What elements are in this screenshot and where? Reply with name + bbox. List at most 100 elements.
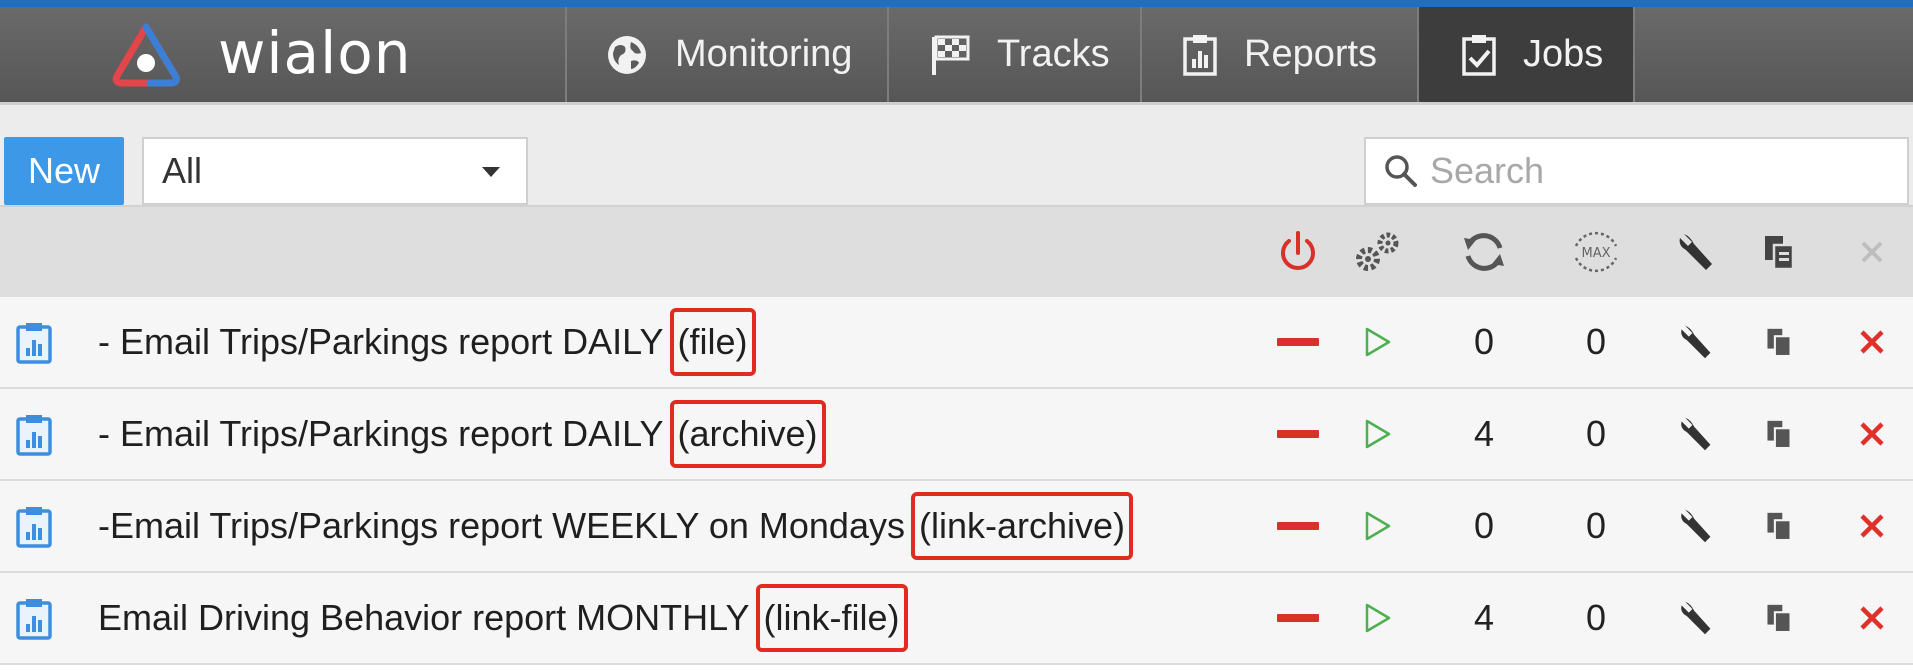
checkered-flag-icon — [932, 35, 970, 75]
tab-monitoring[interactable]: Monitoring — [565, 7, 887, 102]
search-input[interactable] — [1430, 150, 1900, 192]
report-job-icon — [16, 323, 52, 364]
jobs-toolbar: New All — [0, 105, 1913, 205]
job-tag-highlight: (link-archive) — [910, 492, 1134, 560]
header-toggle-all[interactable] — [1260, 207, 1336, 297]
run-job-button[interactable] — [1342, 573, 1414, 663]
run-job-button[interactable] — [1342, 389, 1414, 479]
refresh-icon — [1464, 233, 1504, 271]
filter-selected-value: All — [162, 150, 203, 191]
toggle-job-button[interactable] — [1260, 481, 1336, 571]
toggle-job-button[interactable] — [1260, 573, 1336, 663]
jobs-list: - Email Trips/Parkings report DAILY (fil… — [0, 297, 1913, 665]
execution-count: 0 — [1473, 321, 1495, 362]
job-name[interactable]: Email Driving Behavior report MONTHLY (l… — [98, 573, 908, 663]
run-job-button[interactable] — [1342, 297, 1414, 387]
play-icon — [1365, 511, 1391, 541]
play-icon — [1365, 419, 1391, 449]
toggle-job-button[interactable] — [1260, 389, 1336, 479]
copy-icon — [1767, 328, 1792, 358]
copy-icon — [1767, 604, 1792, 634]
header-execute-all[interactable] — [1342, 207, 1414, 297]
wialon-logo[interactable]: wialon — [110, 7, 460, 102]
wialon-logo-icon — [112, 23, 180, 87]
delete-job-button[interactable] — [1836, 389, 1908, 479]
job-name[interactable]: - Email Trips/Parkings report DAILY (arc… — [98, 389, 826, 479]
copy-job-button[interactable] — [1748, 573, 1810, 663]
tab-jobs[interactable]: Jobs — [1417, 7, 1635, 102]
top-accent-line — [0, 0, 1913, 7]
report-job-icon — [16, 415, 52, 456]
header-max-executions: MAX — [1556, 207, 1636, 297]
job-title: -Email Trips/Parkings report WEEKLY on M… — [98, 505, 905, 546]
copy-job-button[interactable] — [1748, 297, 1810, 387]
job-row[interactable]: -Email Trips/Parkings report WEEKLY on M… — [0, 481, 1913, 573]
wrench-icon — [1681, 325, 1711, 359]
disabled-dash-icon — [1277, 430, 1319, 438]
edit-job-button[interactable] — [1660, 297, 1732, 387]
job-row[interactable]: - Email Trips/Parkings report DAILY (arc… — [0, 389, 1913, 481]
job-row[interactable]: Email Driving Behavior report MONTHLY (l… — [0, 573, 1913, 665]
close-icon — [1860, 606, 1884, 630]
play-icon — [1365, 327, 1391, 357]
run-job-button[interactable] — [1342, 481, 1414, 571]
job-tag-highlight: (link-file) — [755, 584, 908, 652]
header-edit — [1660, 207, 1732, 297]
copy-icon — [1765, 236, 1795, 271]
toggle-job-button[interactable] — [1260, 297, 1336, 387]
close-icon — [1860, 514, 1884, 538]
close-icon — [1860, 422, 1884, 446]
play-icon — [1365, 603, 1391, 633]
delete-job-button[interactable] — [1836, 297, 1908, 387]
disabled-dash-icon — [1277, 614, 1319, 622]
copy-job-button[interactable] — [1748, 481, 1810, 571]
wrench-icon — [1681, 509, 1711, 543]
tab-reports[interactable]: Reports — [1140, 7, 1417, 102]
max-executions: 0 — [1585, 413, 1607, 454]
report-job-icon — [16, 507, 52, 548]
globe-icon — [608, 35, 646, 74]
job-name[interactable]: - Email Trips/Parkings report DAILY (fil… — [98, 297, 756, 387]
execution-count: 0 — [1473, 505, 1495, 546]
tab-tracks-label: Tracks — [997, 33, 1110, 75]
disabled-dash-icon — [1277, 338, 1319, 346]
execution-count: 4 — [1473, 597, 1495, 638]
max-executions: 0 — [1585, 597, 1607, 638]
report-job-icon — [16, 599, 52, 640]
delete-job-button[interactable] — [1836, 481, 1908, 571]
top-navigation-bar: wialon Monitoring Tracks Reports Jobs — [0, 7, 1913, 105]
max-executions: 0 — [1585, 321, 1607, 362]
gears-icon — [1356, 232, 1399, 271]
copy-icon — [1767, 512, 1792, 542]
job-filter-select[interactable]: All — [142, 137, 528, 205]
job-tag-highlight: (file) — [669, 308, 756, 376]
edit-job-button[interactable] — [1660, 389, 1732, 479]
delete-job-button[interactable] — [1836, 573, 1908, 663]
search-box[interactable] — [1364, 137, 1909, 205]
copy-icon — [1767, 420, 1792, 450]
jobs-table-header: MAX — [0, 205, 1913, 297]
edit-job-button[interactable] — [1660, 481, 1732, 571]
job-name[interactable]: -Email Trips/Parkings report WEEKLY on M… — [98, 481, 1134, 571]
max-executions: 0 — [1585, 505, 1607, 546]
header-execution-count — [1444, 207, 1524, 297]
main-nav: Monitoring Tracks Reports Jobs — [565, 7, 1635, 102]
chevron-down-icon — [482, 167, 500, 177]
tab-jobs-label: Jobs — [1523, 33, 1604, 75]
tab-tracks[interactable]: Tracks — [887, 7, 1140, 102]
close-icon — [1860, 330, 1884, 354]
jobs-clipboard-icon — [1462, 34, 1496, 76]
wrench-icon — [1681, 417, 1711, 451]
search-icon — [1385, 155, 1417, 187]
new-job-button[interactable]: New — [4, 137, 124, 205]
job-tag-highlight: (archive) — [669, 400, 826, 468]
job-row[interactable]: - Email Trips/Parkings report DAILY (fil… — [0, 297, 1913, 389]
job-title: - Email Trips/Parkings report DAILY — [98, 321, 664, 362]
disabled-dash-icon — [1277, 522, 1319, 530]
copy-job-button[interactable] — [1748, 389, 1810, 479]
logo-text: wialon — [218, 19, 412, 87]
close-icon — [1861, 241, 1883, 263]
max-icon: MAX — [1574, 231, 1618, 273]
header-delete — [1836, 207, 1908, 297]
edit-job-button[interactable] — [1660, 573, 1732, 663]
